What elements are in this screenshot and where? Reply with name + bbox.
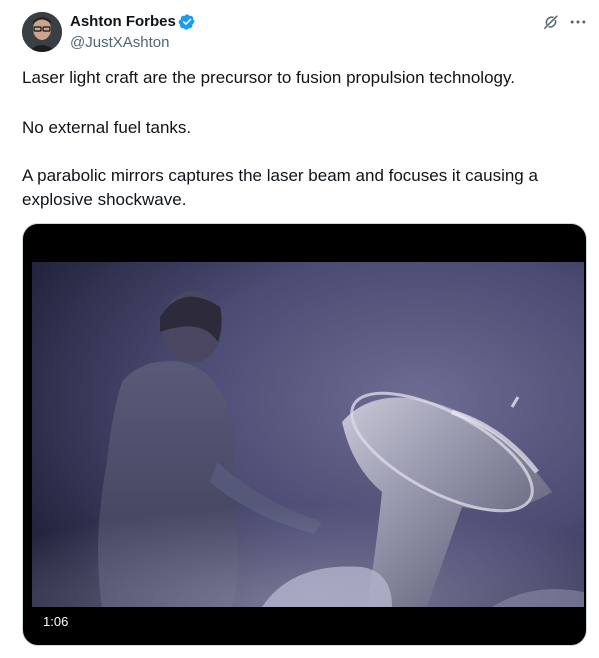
video-frame[interactable]: [32, 262, 584, 607]
video-duration-badge: 1:06: [35, 612, 77, 632]
author-display-name[interactable]: Ashton Forbes: [70, 12, 176, 32]
grok-icon[interactable]: [541, 12, 561, 32]
verified-badge-icon: [178, 14, 195, 30]
more-horizontal-icon[interactable]: [568, 12, 588, 32]
tweet-paragraph: Laser light craft are the precursor to f…: [22, 68, 515, 87]
tweet-paragraph: No external fuel tanks.: [22, 118, 192, 137]
author-handle[interactable]: @JustXAshton: [70, 33, 169, 53]
tweet[interactable]: Ashton Forbes @JustXAshton Laser light c…: [0, 0, 599, 658]
author-avatar[interactable]: [22, 12, 62, 52]
tweet-paragraph: A parabolic mirrors captures the laser b…: [22, 166, 538, 209]
video-player[interactable]: 1:06: [22, 223, 587, 646]
video-thumbnail: [32, 262, 584, 607]
